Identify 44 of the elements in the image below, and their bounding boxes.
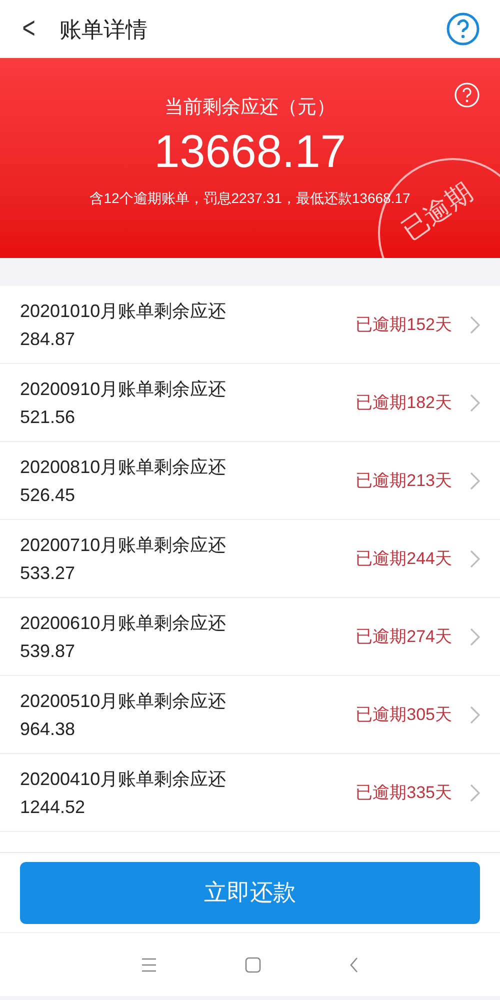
bill-amount: 539.87 [20, 640, 76, 662]
chevron-right-icon [470, 784, 480, 802]
bill-row[interactable]: 20200710月账单剩余应还 533.27 已逾期244天 [0, 520, 500, 598]
bill-row[interactable]: 20200510月账单剩余应还 964.38 已逾期305天 [0, 676, 500, 754]
bill-title: 20200910月账单剩余应还 [20, 378, 228, 400]
bill-amount: 964.38 [20, 718, 76, 740]
balance-amount: 13668.17 [154, 124, 346, 178]
bill-title: 20201010月账单剩余应还 [20, 300, 228, 322]
bill-row[interactable]: 20200810月账单剩余应还 526.45 已逾期213天 [0, 442, 500, 520]
overdue-status: 已逾期182天 [356, 392, 452, 414]
bill-amount: 526.45 [20, 484, 76, 506]
bill-amount: 284.87 [20, 328, 76, 350]
overdue-status: 已逾期244天 [356, 548, 452, 570]
bill-row[interactable]: 20201010月账单剩余应还 284.87 已逾期152天 [0, 286, 500, 364]
page-title: 账单详情 [60, 16, 149, 44]
bill-row[interactable]: 20200910月账单剩余应还 521.56 已逾期182天 [0, 364, 500, 442]
chevron-right-icon [470, 394, 480, 412]
overdue-status: 已逾期335天 [356, 782, 452, 804]
chevron-right-icon [470, 706, 480, 724]
overdue-status: 已逾期305天 [356, 704, 452, 726]
menu-icon[interactable] [141, 958, 157, 972]
bill-title: 20200710月账单剩余应还 [20, 534, 228, 556]
chevron-right-icon [470, 550, 480, 568]
chevron-right-icon [470, 472, 480, 490]
bill-title: 20200410月账单剩余应还 [20, 768, 228, 790]
bill-amount: 533.27 [20, 562, 76, 584]
bill-title: 20200610月账单剩余应还 [20, 612, 228, 634]
overdue-status: 已逾期152天 [356, 314, 452, 336]
chevron-right-icon [470, 628, 480, 646]
pay-now-button[interactable]: 立即还款 [20, 862, 480, 924]
overdue-status: 已逾期274天 [356, 626, 452, 648]
bill-amount: 1244.52 [20, 796, 86, 818]
chevron-right-icon [470, 316, 480, 334]
home-icon[interactable] [245, 956, 261, 972]
bill-row[interactable]: 20200610月账单剩余应还 539.87 已逾期274天 [0, 598, 500, 676]
overdue-status: 已逾期213天 [356, 470, 452, 492]
back-icon[interactable] [349, 956, 359, 972]
help-icon[interactable] [446, 12, 480, 46]
balance-label: 当前剩余应还（元） [164, 96, 336, 120]
bill-amount: 521.56 [20, 406, 76, 428]
bill-title: 20200810月账单剩余应还 [20, 456, 228, 478]
back-button[interactable]: < [22, 14, 36, 44]
bill-title: 20200510月账单剩余应还 [20, 690, 228, 712]
bill-row[interactable]: 20200410月账单剩余应还 1244.52 已逾期335天 [0, 754, 500, 832]
